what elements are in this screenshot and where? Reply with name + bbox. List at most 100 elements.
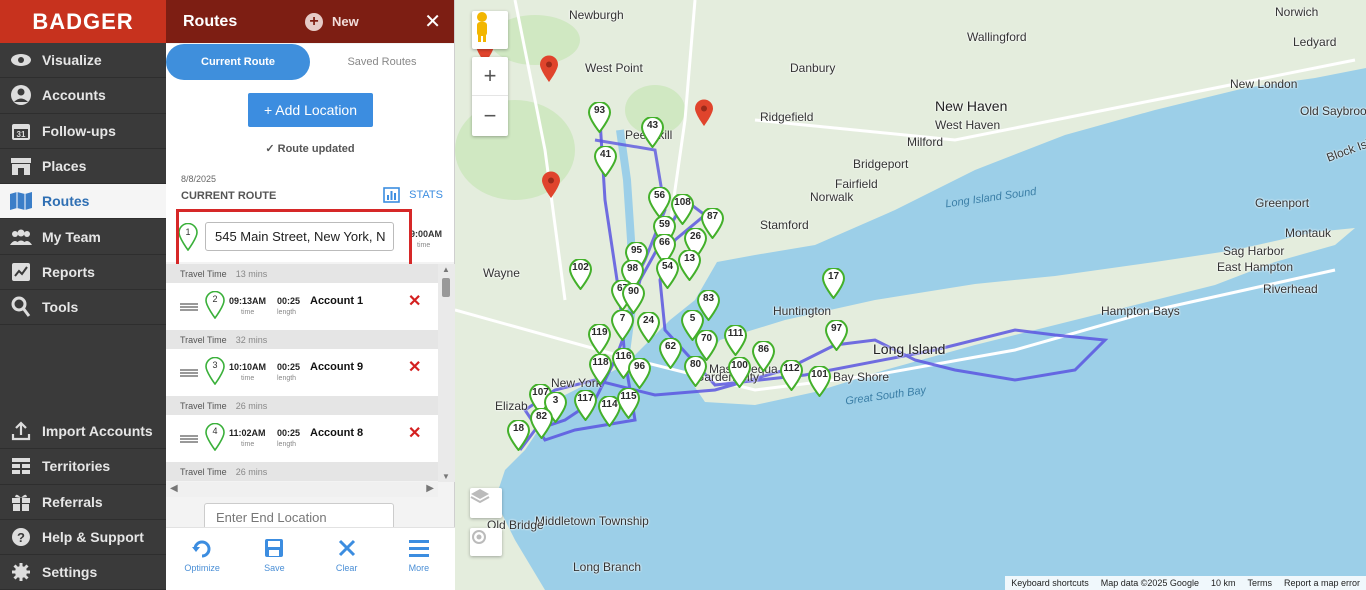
delete-stop-icon[interactable]: ✕ bbox=[408, 423, 421, 443]
vertical-scrollbar[interactable]: ▲ ▼ bbox=[438, 264, 455, 482]
stop-account-name[interactable]: Account 8 bbox=[310, 427, 363, 439]
menu-icon bbox=[408, 536, 430, 560]
panel-title: Routes bbox=[183, 12, 238, 30]
attribution-item[interactable]: Report a map error bbox=[1278, 578, 1366, 588]
route-updated-text: Route updated bbox=[277, 143, 355, 155]
place-label: Long Island bbox=[873, 341, 946, 357]
sidebar-item-tools[interactable]: Tools bbox=[0, 290, 166, 326]
route-stop-marker[interactable]: 80 bbox=[684, 356, 707, 387]
optimize-button[interactable]: Optimize bbox=[166, 528, 238, 590]
stop-row[interactable]: 2 09:13AM time 00:25 length Account 1 ✕ bbox=[166, 283, 438, 330]
route-stop-marker[interactable]: 41 bbox=[594, 146, 617, 177]
sidebar-item-territories[interactable]: Territories bbox=[0, 449, 166, 485]
stop-account-name[interactable]: Account 9 bbox=[310, 361, 363, 373]
marker-number: 100 bbox=[731, 360, 748, 371]
red-map-pin-icon[interactable] bbox=[539, 55, 562, 86]
route-stop-marker[interactable]: 82 bbox=[530, 408, 553, 439]
route-stop-marker[interactable]: 13 bbox=[678, 250, 701, 281]
route-stop-marker[interactable]: 112 bbox=[780, 360, 803, 391]
marker-number: 26 bbox=[689, 231, 702, 242]
save-button[interactable]: Save bbox=[238, 528, 310, 590]
sidebar-item-follow-ups[interactable]: 31 Follow-ups bbox=[0, 114, 166, 149]
sidebar-item-reports[interactable]: Reports bbox=[0, 255, 166, 291]
route-stop-marker[interactable]: 86 bbox=[752, 341, 775, 372]
route-stop-marker[interactable]: 7 bbox=[611, 310, 634, 341]
stop-row[interactable]: 4 11:02AM time 00:25 length Account 8 ✕ bbox=[166, 415, 438, 462]
route-stop-marker[interactable]: 118 bbox=[589, 354, 612, 385]
route-stop-marker[interactable]: 17 bbox=[822, 268, 845, 299]
street-view-pegman-icon[interactable] bbox=[472, 11, 508, 49]
marker-number: 41 bbox=[599, 149, 612, 160]
route-stop-marker[interactable]: 119 bbox=[588, 324, 611, 355]
scroll-left-icon[interactable]: ◀ bbox=[170, 483, 178, 494]
more-button[interactable]: More bbox=[383, 528, 455, 590]
attribution-item[interactable]: Keyboard shortcuts bbox=[1005, 578, 1095, 588]
travel-time-row: Travel Time 26 mins bbox=[166, 462, 438, 481]
stats-button[interactable]: STATS bbox=[383, 187, 443, 203]
sidebar-item-places[interactable]: Places bbox=[0, 149, 166, 185]
sidebar-item-my-team[interactable]: My Team bbox=[0, 219, 166, 255]
sidebar-item-visualize[interactable]: Visualize bbox=[0, 43, 166, 79]
drag-handle-icon[interactable] bbox=[180, 303, 198, 311]
scroll-up-icon[interactable]: ▲ bbox=[442, 265, 450, 274]
scroll-right-icon[interactable]: ▶ bbox=[426, 483, 434, 494]
route-stop-marker[interactable]: 18 bbox=[507, 420, 530, 451]
delete-stop-icon[interactable]: ✕ bbox=[408, 357, 421, 377]
map[interactable]: Newburgh West Point Danbury Wallingford Norw… bbox=[455, 0, 1366, 590]
clear-button[interactable]: Clear bbox=[311, 528, 383, 590]
route-stop-marker[interactable]: 100 bbox=[728, 357, 751, 388]
route-stop-marker[interactable]: 43 bbox=[641, 117, 664, 148]
zoom-out-button[interactable]: − bbox=[472, 96, 508, 135]
marker-number: 98 bbox=[626, 263, 639, 274]
place-label: Norwich bbox=[1275, 5, 1319, 19]
my-location-icon[interactable] bbox=[470, 528, 502, 556]
travel-time-row: Travel Time 13 mins bbox=[166, 264, 438, 283]
sidebar-item-accounts[interactable]: Accounts bbox=[0, 78, 166, 114]
marker-number: 5 bbox=[689, 313, 696, 324]
route-stop-marker[interactable]: 117 bbox=[574, 390, 597, 421]
route-stop-marker[interactable]: 5 bbox=[681, 310, 704, 341]
scroll-down-icon[interactable]: ▼ bbox=[442, 472, 450, 481]
gift-icon bbox=[9, 490, 33, 514]
attribution-item[interactable]: 10 km bbox=[1205, 578, 1242, 588]
sidebar-item-settings[interactable]: Settings bbox=[0, 555, 166, 590]
red-map-pin-icon[interactable] bbox=[541, 171, 564, 202]
route-stop-marker[interactable]: 111 bbox=[724, 325, 747, 356]
route-stop-marker[interactable]: 54 bbox=[656, 258, 679, 289]
sidebar-item-routes[interactable]: Routes bbox=[0, 184, 166, 220]
sidebar: BADGER Visualize Accounts 31 Follow-ups Plac… bbox=[0, 0, 166, 590]
calendar-icon: 31 bbox=[9, 119, 33, 143]
scroll-thumb[interactable] bbox=[442, 278, 450, 297]
stop-row[interactable]: 3 10:10AM time 00:25 length Account 9 ✕ bbox=[166, 349, 438, 396]
stop-account-name[interactable]: Account 1 bbox=[310, 295, 363, 307]
route-stop-marker[interactable]: 93 bbox=[588, 102, 611, 133]
delete-stop-icon[interactable]: ✕ bbox=[408, 291, 421, 311]
red-map-pin-icon[interactable] bbox=[694, 99, 717, 130]
drag-handle-icon[interactable] bbox=[180, 435, 198, 443]
marker-number: 62 bbox=[664, 341, 677, 352]
zoom-in-button[interactable]: + bbox=[472, 57, 508, 96]
route-stop-marker[interactable]: 62 bbox=[659, 338, 682, 369]
route-stop-marker[interactable]: 115 bbox=[617, 388, 640, 419]
sidebar-item-help-support[interactable]: ? Help & Support bbox=[0, 520, 166, 556]
attribution-item[interactable]: Map data ©2025 Google bbox=[1095, 578, 1205, 588]
attribution-item[interactable]: Terms bbox=[1241, 578, 1278, 588]
sidebar-item-referrals[interactable]: Referrals bbox=[0, 485, 166, 520]
sidebar-item-import-accounts[interactable]: Import Accounts bbox=[0, 414, 166, 450]
route-stop-marker[interactable]: 56 bbox=[648, 187, 671, 218]
drag-handle-icon[interactable] bbox=[180, 369, 198, 377]
route-stop-marker[interactable]: 97 bbox=[825, 320, 848, 351]
tab-current-route[interactable]: Current Route bbox=[166, 44, 310, 80]
add-location-button[interactable]: + Add Location bbox=[248, 93, 373, 127]
route-stop-marker[interactable]: 96 bbox=[628, 358, 651, 389]
add-location-area: + Add Location ✓ Route updated bbox=[166, 80, 454, 170]
close-icon[interactable]: ✕ bbox=[424, 9, 441, 34]
horizontal-scrollbar[interactable]: ◀ ▶ bbox=[166, 482, 438, 497]
route-stop-marker[interactable]: 24 bbox=[637, 312, 660, 343]
layers-icon[interactable] bbox=[470, 488, 502, 518]
route-stop-marker[interactable]: 102 bbox=[569, 259, 592, 290]
badger-logo[interactable]: BADGER bbox=[0, 0, 166, 43]
route-stop-marker[interactable]: 101 bbox=[808, 366, 831, 397]
new-route-button[interactable]: + New bbox=[305, 12, 359, 31]
tab-saved-routes[interactable]: Saved Routes bbox=[310, 44, 454, 80]
